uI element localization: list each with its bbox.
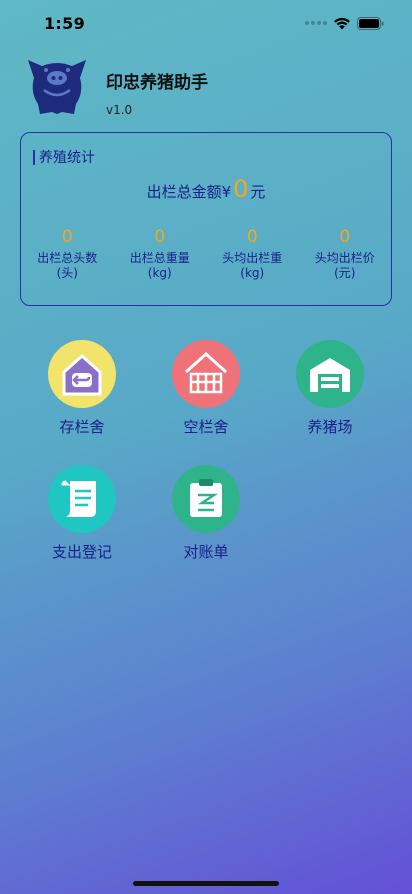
total-amount-row: 出栏总金额¥ 0 元	[21, 175, 391, 203]
occupied-pen-button[interactable]: 存栏舍	[34, 340, 130, 437]
occupied-pen-label: 存栏舍	[59, 418, 105, 436]
empty-pen-button[interactable]: 空栏舍	[158, 340, 254, 437]
metric-label-line1: 出栏总头数	[37, 251, 98, 265]
app-header: 印忠养猪助手 v1.0	[24, 52, 208, 118]
app-version: v1.0	[106, 103, 133, 117]
expense-register-label: 支出登记	[51, 543, 112, 561]
total-amount-value: 0	[233, 175, 249, 203]
empty-pen-icon	[172, 340, 240, 408]
metric-value: 0	[339, 227, 351, 247]
app-title: 印忠养猪助手	[106, 73, 208, 93]
wifi-icon	[333, 17, 351, 30]
app-meta: 印忠养猪助手 v1.0	[106, 68, 208, 117]
battery-icon	[357, 16, 384, 30]
metric-value: 0	[61, 227, 73, 247]
metric-label-line2: (kg)	[240, 266, 265, 280]
metric-value: 0	[246, 227, 258, 247]
empty-pen-label: 空栏舍	[183, 418, 229, 436]
stats-card: 养殖统计 出栏总金额¥ 0 元 0 出栏总头数 (头) 0 出栏总重量 (kg)…	[20, 132, 392, 306]
metric-label-line2: (kg)	[147, 266, 172, 280]
metric-label: 出栏总头数 (头)	[21, 251, 114, 281]
status-time: 1:59	[44, 13, 85, 33]
metric-label-line1: 头均出栏价	[314, 251, 375, 265]
metric-total-weight: 0 出栏总重量 (kg)	[114, 227, 207, 281]
metric-label: 头均出栏价 (元)	[299, 251, 392, 281]
metric-label: 出栏总重量 (kg)	[114, 251, 207, 281]
metric-label-line1: 出栏总重量	[129, 251, 190, 265]
metric-label-line2: (元)	[334, 266, 356, 280]
total-amount-unit: 元	[250, 183, 266, 201]
metric-label-line2: (头)	[56, 266, 78, 280]
home-indicator[interactable]	[133, 881, 279, 886]
metric-avg-weight: 0 头均出栏重 (kg)	[206, 227, 299, 281]
metric-label-line1: 头均出栏重	[222, 251, 283, 265]
metric-label: 头均出栏重 (kg)	[206, 251, 299, 281]
stats-title: 养殖统计	[39, 150, 95, 166]
expense-register-button[interactable]: 支出登记	[34, 465, 130, 562]
metric-value: 0	[154, 227, 166, 247]
signal-icon	[305, 21, 327, 25]
statement-button[interactable]: 对账单	[158, 465, 254, 562]
stats-header: 养殖统计	[33, 147, 95, 167]
pig-logo-icon	[24, 52, 90, 118]
stats-title-bar	[33, 149, 35, 165]
metrics-row: 0 出栏总头数 (头) 0 出栏总重量 (kg) 0 头均出栏重 (kg) 0 …	[21, 227, 391, 281]
status-icons	[305, 16, 384, 30]
statement-clipboard-icon	[172, 465, 240, 533]
metric-total-heads: 0 出栏总头数 (头)	[21, 227, 114, 281]
statement-label: 对账单	[183, 543, 229, 561]
metric-avg-price: 0 头均出栏价 (元)	[299, 227, 392, 281]
expense-scroll-icon	[48, 465, 116, 533]
pig-farm-button[interactable]: 养猪场	[282, 340, 378, 437]
pig-farm-icon	[296, 340, 364, 408]
occupied-pen-icon	[48, 340, 116, 408]
pig-farm-label: 养猪场	[307, 418, 353, 436]
total-amount-label: 出栏总金额¥	[146, 183, 232, 201]
status-bar: 1:59	[0, 0, 412, 46]
